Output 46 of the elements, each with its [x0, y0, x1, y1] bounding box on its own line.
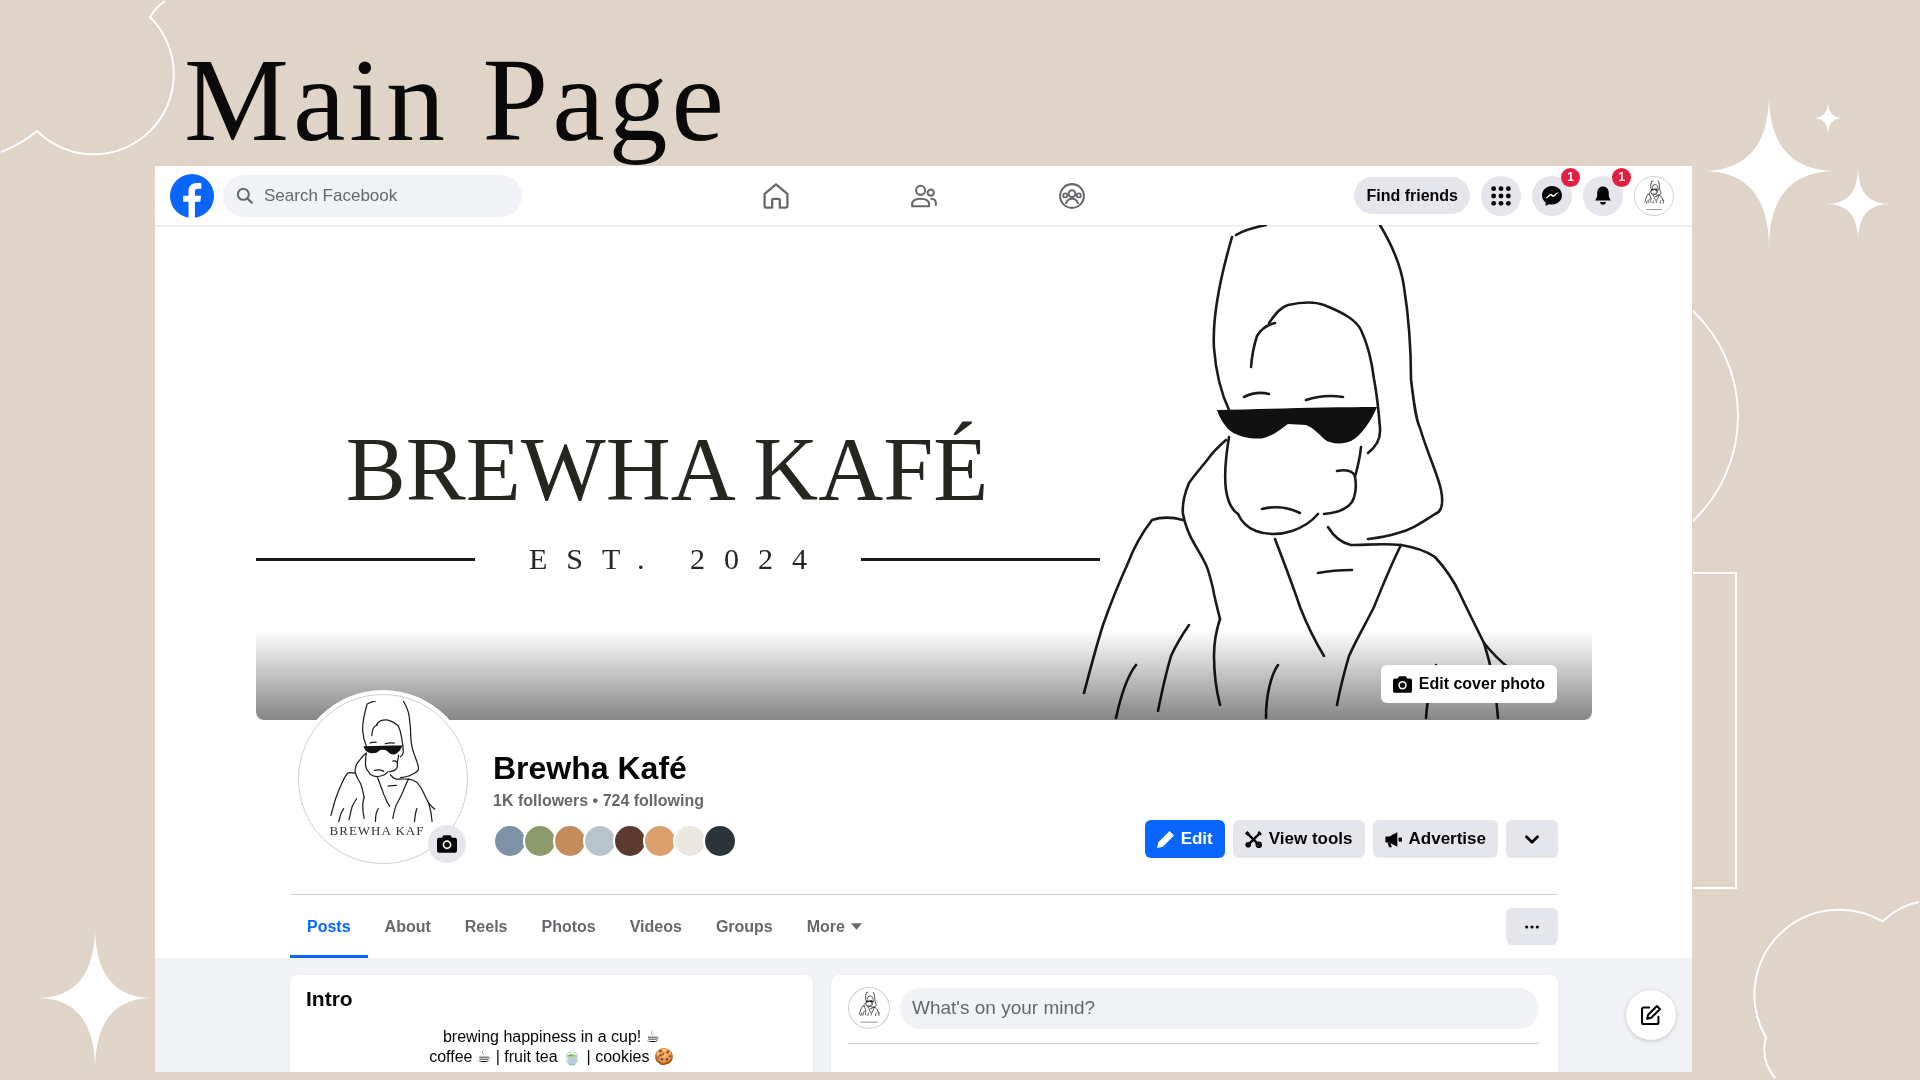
pencil-icon [1156, 830, 1174, 848]
slide-title: Main Page [184, 35, 728, 166]
compose-icon [1641, 1005, 1661, 1025]
edit-cover-button[interactable]: Edit cover photo [1380, 665, 1557, 703]
edit-button[interactable]: Edit [1144, 820, 1225, 858]
intro-heading: Intro [306, 987, 354, 1011]
account-avatar[interactable] [1634, 175, 1674, 216]
megaphone-icon [1384, 830, 1402, 848]
profile-tab[interactable]: Photos [524, 895, 613, 958]
friends-icon[interactable] [911, 182, 937, 209]
advertise-button[interactable]: Advertise [1372, 820, 1498, 858]
menu-button[interactable] [1481, 175, 1521, 216]
profile-tab[interactable]: Videos [612, 895, 699, 958]
profile-tab[interactable]: More [789, 895, 879, 958]
profile-tab[interactable]: Posts [290, 895, 368, 958]
logo-tagline: EST. 2024 [527, 544, 827, 574]
more-icon [1525, 924, 1539, 929]
camera-icon [437, 835, 457, 853]
camera-icon [1392, 675, 1412, 693]
tools-icon [1244, 830, 1262, 848]
home-icon[interactable] [763, 182, 789, 209]
chat-bubble-icon [1542, 185, 1562, 206]
groups-icon[interactable] [1059, 182, 1085, 209]
grid-icon [1491, 185, 1511, 206]
search-icon [237, 187, 253, 204]
post-composer-field[interactable]: What's on your mind? [900, 987, 1539, 1029]
profile-avatar [848, 987, 890, 1029]
find-friends-button[interactable]: Find friends [1354, 177, 1470, 214]
logo-icon[interactable] [170, 173, 214, 218]
compose-button[interactable] [1626, 990, 1676, 1040]
profile-tab[interactable]: Groups [698, 895, 790, 958]
profile-tab[interactable]: About [367, 895, 448, 958]
view-tools-button[interactable]: View tools [1232, 820, 1365, 858]
follower-stats[interactable]: 1K followers • 724 following [493, 791, 737, 811]
notification-badge: 1 [1561, 167, 1580, 187]
bell-icon [1593, 185, 1613, 206]
page-name: Brewha Kafé [493, 750, 688, 786]
chevron-icon [1525, 834, 1539, 844]
search-field[interactable]: Search Facebook [223, 174, 522, 217]
profile-tab[interactable]: Reels [447, 895, 525, 958]
dropdown-button[interactable] [1506, 820, 1558, 858]
camera-button[interactable] [428, 825, 466, 863]
notification-badge: 1 [1612, 167, 1631, 187]
bio-text: coffee ☕ | fruit tea 🍵 | cookies 🍪 [429, 1047, 674, 1067]
bio-text: brewing happiness in a cup! ☕ [442, 1027, 661, 1047]
picture-logo-text: BREWHA KAF [329, 823, 425, 838]
